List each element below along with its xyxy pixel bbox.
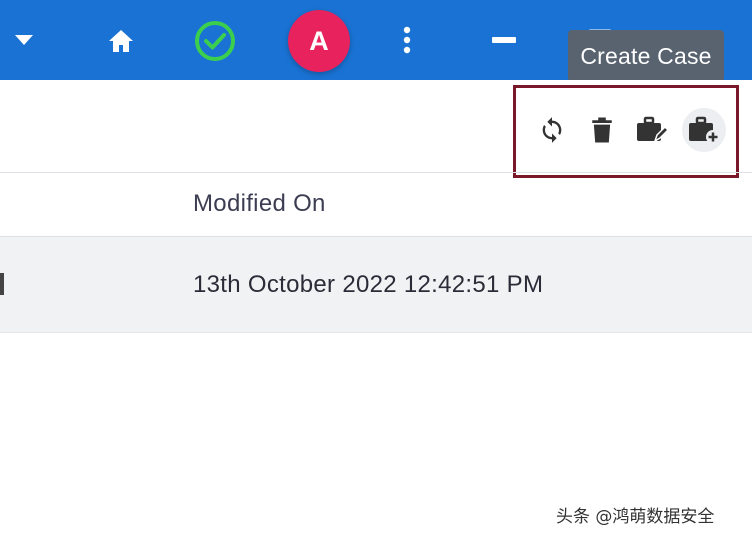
more-vert-icon[interactable] — [396, 22, 418, 58]
edit-case-button[interactable] — [632, 110, 672, 150]
modified-on-cell: 13th October 2022 12:42:51 PM — [193, 271, 544, 298]
table-divider — [0, 172, 752, 173]
caret-down-icon[interactable] — [8, 24, 40, 56]
create-case-tooltip: Create Case — [568, 30, 724, 82]
create-case-icon — [689, 116, 720, 144]
watermark: 头条 @鸿萌数据安全 — [556, 507, 715, 527]
column-header-modified-on[interactable]: Modified On — [193, 190, 326, 218]
check-circle-icon[interactable] — [192, 18, 238, 64]
trash-icon — [592, 117, 612, 143]
row-cell-fragment — [0, 273, 4, 295]
delete-button[interactable] — [582, 110, 622, 150]
edit-case-icon — [637, 116, 669, 143]
create-case-button[interactable] — [682, 108, 726, 152]
home-icon[interactable] — [104, 24, 138, 58]
minimize-icon[interactable] — [488, 22, 520, 58]
user-avatar[interactable]: A — [288, 10, 350, 72]
refresh-button[interactable] — [532, 110, 572, 150]
table-row[interactable]: 13th October 2022 12:42:51 PM — [0, 237, 752, 333]
refresh-icon — [542, 117, 562, 143]
